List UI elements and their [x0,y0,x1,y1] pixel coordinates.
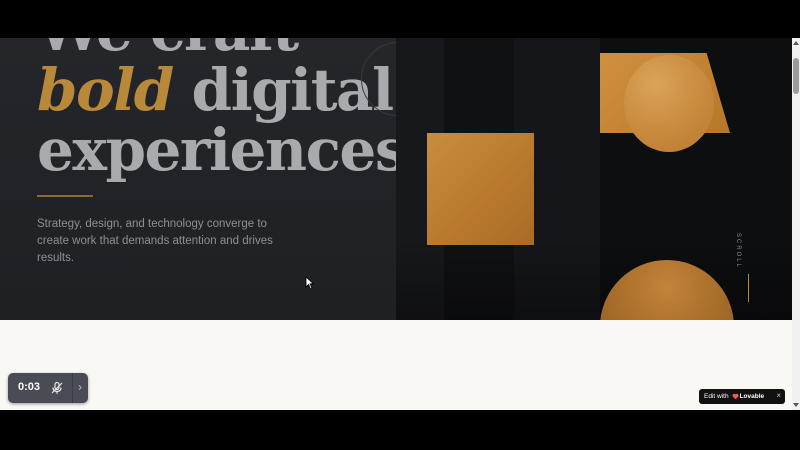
scroll-up-arrow-icon[interactable] [793,41,799,45]
headline-line-2: bold digital [37,60,406,120]
chevron-right-icon[interactable]: › [78,380,82,394]
scroll-indicator-label[interactable]: SCROLL [735,233,741,269]
hero-subtext: Strategy, design, and technology converg… [37,218,273,264]
page-scrollbar[interactable] [792,38,800,410]
art-shadow [396,238,792,320]
scroll-down-arrow-icon[interactable] [793,403,799,407]
gold-square-shape [427,133,534,245]
badge-brand-name: Lovable [739,393,765,400]
headline-accent-word: bold [37,56,174,124]
hero-text-panel: We craft bold digital experiences Strate… [0,38,435,320]
hero-section: We craft bold digital experiences Strate… [0,38,792,320]
screen-frame: We craft bold digital experiences Strate… [0,0,800,450]
hero-art-panel: SCROLL [396,38,792,320]
close-icon[interactable]: × [776,391,781,400]
badge-edit-label: Edit with [704,393,729,400]
recording-widget[interactable]: 0:03 › [8,373,88,403]
widget-divider [72,373,73,403]
headline-line-3: experiences [37,116,407,184]
scroll-indicator-line [748,274,749,302]
browser-viewport: We craft bold digital experiences Strate… [0,38,792,410]
accent-divider [37,195,93,197]
hero-headline: We craft bold digital experiences [37,38,407,184]
mic-muted-icon[interactable] [50,381,64,395]
mouse-cursor-icon [305,276,315,290]
lovable-heart-icon [732,393,739,400]
recording-timer: 0:03 [18,381,41,393]
headline-line-2-rest: digital [172,56,395,124]
edit-with-lovable-badge[interactable]: Edit with Lovable × [699,389,785,404]
gold-circle-shape [624,55,714,152]
scrollbar-thumb[interactable] [793,58,799,94]
